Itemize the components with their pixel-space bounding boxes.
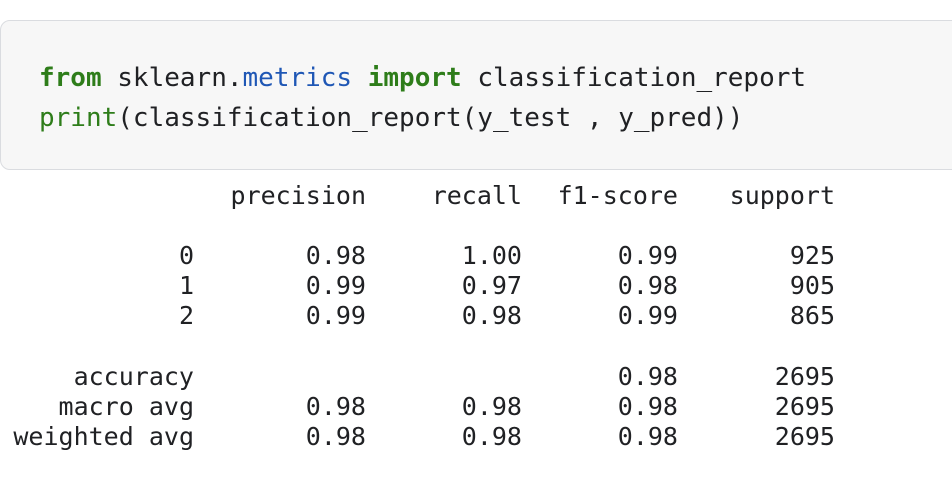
summary-f1: 0.98 [617,392,678,421]
summary-label: macro avg [58,392,194,421]
summary-support: 2695 [774,362,835,391]
summary-precision: 0.98 [305,392,366,421]
summary-precision: 0.98 [305,422,366,451]
row-support: 905 [789,271,835,300]
row-precision: 0.99 [305,271,366,300]
header-recall: recall [431,181,522,210]
summary-label: weighted avg [13,422,194,451]
row-support: 865 [789,301,835,330]
header-support: support [729,181,835,210]
summary-recall: 0.98 [461,392,522,421]
row-f1: 0.99 [617,301,678,330]
row-label: 0 [178,241,194,270]
classification-report-output: precision recall f1-score support 0 0.98… [0,0,952,488]
summary-f1: 0.98 [617,362,678,391]
summary-f1: 0.98 [617,422,678,451]
summary-support: 2695 [774,392,835,421]
row-label: 1 [178,271,194,300]
row-f1: 0.98 [617,271,678,300]
row-f1: 0.99 [617,241,678,270]
summary-support: 2695 [774,422,835,451]
row-precision: 0.98 [305,241,366,270]
header-precision: precision [230,181,366,210]
row-support: 925 [789,241,835,270]
header-f1-score: f1-score [557,181,678,210]
row-recall: 0.98 [461,301,522,330]
summary-label: accuracy [73,362,194,391]
row-recall: 1.00 [461,241,522,270]
row-precision: 0.99 [305,301,366,330]
row-recall: 0.97 [461,271,522,300]
row-label: 2 [178,301,194,330]
summary-recall: 0.98 [461,422,522,451]
